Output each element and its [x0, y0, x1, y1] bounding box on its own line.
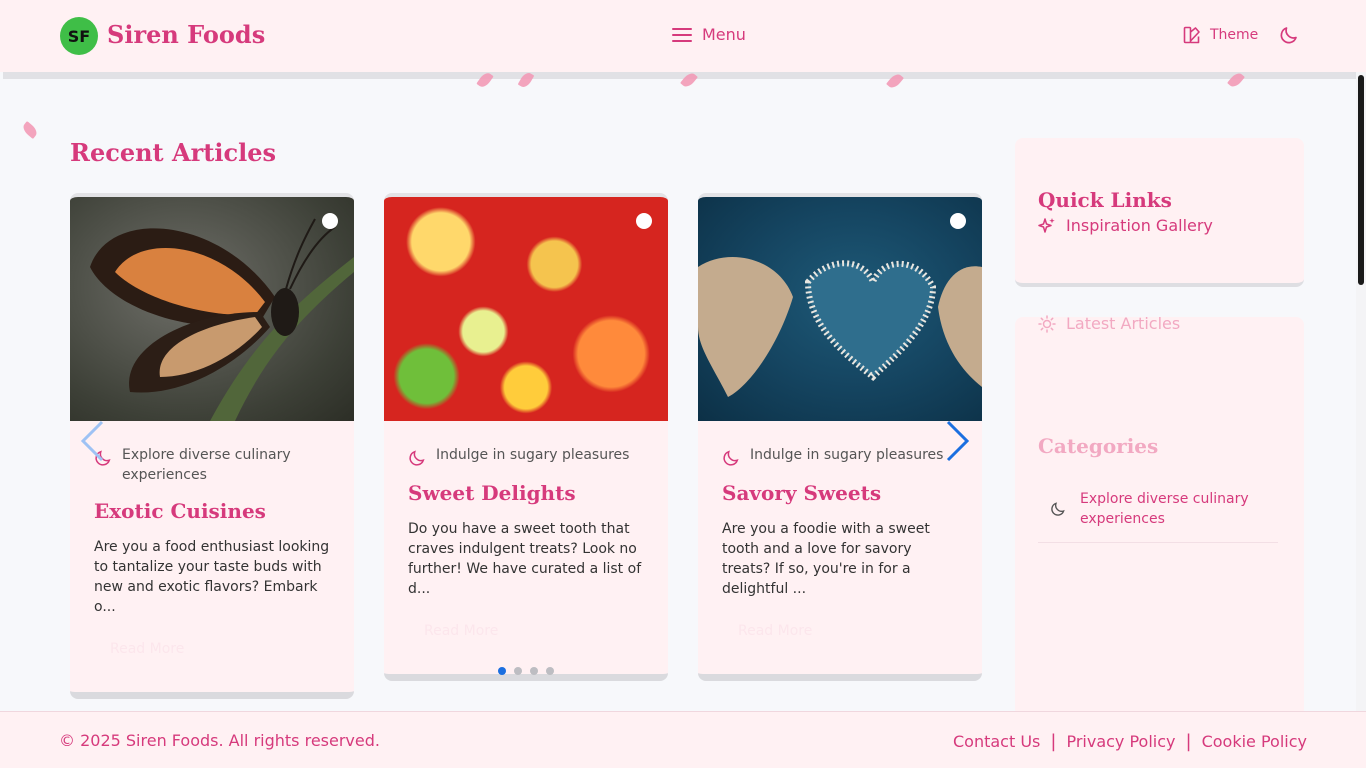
theme-button[interactable]: Theme [1183, 26, 1258, 44]
palette-icon [1183, 26, 1200, 44]
moon-icon [723, 450, 739, 466]
card-excerpt: Do you have a sweet tooth that craves in… [408, 521, 642, 597]
inspiration-gallery-link[interactable]: Inspiration Gallery [1038, 216, 1213, 235]
menu-button[interactable]: Menu [672, 25, 746, 44]
sidebar-lower-panel: Latest Articles Categories Explore diver… [1015, 314, 1304, 717]
latest-articles-label: Latest Articles [1066, 314, 1181, 333]
footer-separator: | [1185, 731, 1192, 752]
card-tag-label: Indulge in sugary pleasures [436, 447, 630, 463]
card-tag-label: Indulge in sugary pleasures [750, 447, 944, 463]
read-more-link[interactable]: Read More [110, 641, 330, 692]
card-title[interactable]: Savory Sweets [722, 481, 958, 505]
card-title[interactable]: Sweet Delights [408, 481, 644, 505]
card-excerpt: Are you a foodie with a sweet tooth and … [722, 521, 930, 597]
card-tag-label: Explore diverse culinary experiences [122, 447, 291, 483]
sparkles-icon [1038, 217, 1055, 233]
carousel-next-button[interactable] [944, 420, 970, 466]
card-title[interactable]: Exotic Cuisines [94, 499, 330, 523]
theme-label: Theme [1210, 27, 1259, 43]
card-image-butterfly [70, 197, 354, 421]
chevron-right-icon [946, 420, 970, 462]
carousel-dot[interactable] [514, 667, 522, 675]
section-title: Recent Articles [70, 138, 276, 167]
footer-separator: | [1050, 731, 1057, 752]
chevron-left-icon [80, 420, 104, 462]
article-card[interactable]: Explore diverse culinary experiences Exo… [70, 193, 354, 699]
bookmark-dot[interactable] [636, 213, 652, 229]
carousel-prev-button[interactable] [80, 420, 106, 466]
dark-mode-toggle[interactable] [1279, 25, 1299, 49]
logo-badge[interactable]: SF [60, 17, 98, 55]
cookie-policy-link[interactable]: Cookie Policy [1202, 732, 1307, 751]
inspiration-gallery-label: Inspiration Gallery [1066, 216, 1213, 235]
read-more-link[interactable]: Read More [738, 623, 958, 674]
card-tag: Indulge in sugary pleasures [722, 445, 958, 467]
latest-articles-link[interactable]: Latest Articles [1038, 314, 1180, 333]
sun-icon [1038, 314, 1056, 333]
bookmark-dot[interactable] [322, 213, 338, 229]
hamburger-icon [672, 27, 692, 42]
card-image-gummy-bears [384, 197, 668, 421]
quick-links-panel: Quick Links Inspiration Gallery [1015, 138, 1304, 287]
bookmark-dot[interactable] [950, 213, 966, 229]
categories-title: Categories [1038, 434, 1159, 458]
category-item-label: Explore diverse culinary experiences [1080, 491, 1249, 527]
page-scrollbar[interactable] [1356, 72, 1366, 712]
carousel-pagination [498, 667, 554, 675]
carousel-dot[interactable] [530, 667, 538, 675]
menu-label: Menu [702, 25, 746, 44]
site-header: SF Siren Foods Menu Theme [0, 0, 1366, 72]
heart-waffles-illustration [698, 257, 982, 397]
article-card[interactable]: Indulge in sugary pleasures Savory Sweet… [698, 193, 982, 681]
card-tag: Indulge in sugary pleasures [408, 445, 644, 467]
quick-links-title: Quick Links [1038, 188, 1172, 212]
butterfly-illustration [90, 218, 354, 421]
footer-links: Contact Us | Privacy Policy | Cookie Pol… [953, 731, 1307, 752]
category-item[interactable]: Explore diverse culinary experiences [1038, 489, 1278, 543]
scrollbar-thumb[interactable] [1358, 75, 1364, 285]
site-footer: © 2025 Siren Foods. All rights reserved.… [0, 711, 1366, 768]
article-card[interactable]: Indulge in sugary pleasures Sweet Deligh… [384, 193, 668, 681]
brand-name[interactable]: Siren Foods [107, 20, 265, 49]
copyright-text: © 2025 Siren Foods. All rights reserved. [59, 731, 380, 750]
privacy-policy-link[interactable]: Privacy Policy [1066, 732, 1175, 751]
carousel-dot[interactable] [546, 667, 554, 675]
carousel-dot[interactable] [498, 667, 506, 675]
moon-icon [1051, 502, 1065, 516]
petal-decoration [20, 121, 40, 139]
moon-icon [1280, 27, 1297, 44]
contact-us-link[interactable]: Contact Us [953, 732, 1040, 751]
card-image-hearts [698, 197, 982, 421]
moon-icon [409, 450, 425, 466]
card-tag: Explore diverse culinary experiences [94, 445, 330, 485]
card-excerpt: Are you a food enthusiast looking to tan… [94, 539, 330, 615]
